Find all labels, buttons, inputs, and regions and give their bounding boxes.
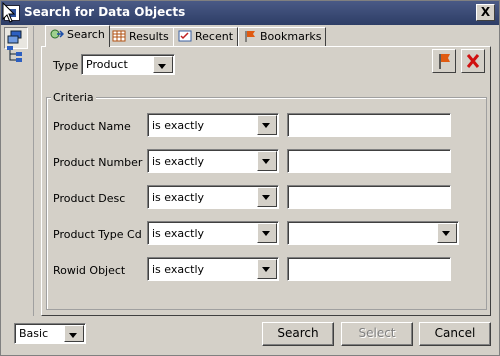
hierarchy-icon: [7, 46, 22, 62]
search-arrow-icon: [50, 29, 64, 39]
tab-label: Search: [67, 28, 105, 41]
product-type-cd-select[interactable]: [287, 221, 459, 245]
operator-select-product-name[interactable]: is exactly: [147, 113, 279, 137]
operator-value: is exactly: [152, 191, 205, 204]
chevron-down-icon[interactable]: [257, 187, 277, 207]
select-button[interactable]: Select: [341, 322, 413, 346]
criteria-title: Criteria: [51, 91, 96, 104]
criteria-label-product-name: Product Name: [53, 120, 131, 133]
tab-label: Bookmarks: [260, 30, 322, 43]
mode-select[interactable]: Basic: [14, 323, 86, 344]
criteria-label-product-desc: Product Desc: [53, 192, 126, 205]
criteria-label-product-type-cd: Product Type Cd: [53, 228, 142, 241]
tab-label: Results: [129, 30, 169, 43]
product-desc-input[interactable]: [287, 185, 451, 209]
type-label: Type: [53, 59, 79, 72]
window-title: Search for Data Objects: [24, 5, 186, 19]
type-select[interactable]: Product: [81, 54, 175, 75]
criteria-label-rowid-object: Rowid Object: [53, 264, 126, 277]
operator-select-rowid-object[interactable]: is exactly: [147, 257, 279, 281]
tab-results[interactable]: Results: [107, 27, 174, 47]
chevron-down-icon[interactable]: [257, 115, 277, 135]
criteria-label-product-number: Product Number: [53, 156, 143, 169]
operator-select-product-desc[interactable]: is exactly: [147, 185, 279, 209]
product-name-input[interactable]: [287, 113, 451, 137]
chevron-down-icon[interactable]: [153, 56, 173, 73]
checklist-icon: [178, 30, 192, 42]
tab-recent[interactable]: Recent: [173, 27, 239, 47]
bookmark-button[interactable]: [432, 49, 456, 73]
chevron-down-icon[interactable]: [437, 223, 457, 243]
search-button[interactable]: Search: [262, 322, 334, 346]
cancel-button[interactable]: Cancel: [419, 322, 491, 346]
grid-icon: [112, 30, 126, 42]
close-button[interactable]: X: [476, 4, 495, 21]
mode-select-value: Basic: [19, 327, 49, 340]
flag-icon: [439, 54, 450, 69]
chevron-down-icon[interactable]: [257, 151, 277, 171]
operator-value: is exactly: [152, 155, 205, 168]
chevron-down-icon[interactable]: [257, 223, 277, 243]
hierarchy-button[interactable]: [4, 43, 28, 65]
mouse-cursor-icon: [2, 2, 16, 23]
tab-bookmarks[interactable]: Bookmarks: [238, 27, 327, 47]
clear-button[interactable]: [461, 49, 485, 73]
chevron-down-icon[interactable]: [257, 259, 277, 279]
operator-select-product-number[interactable]: is exactly: [147, 149, 279, 173]
title-bar[interactable]: Search for Data Objects X: [1, 1, 499, 25]
left-toolbar: [4, 26, 34, 316]
type-select-value: Product: [86, 58, 128, 71]
tab-label: Recent: [195, 30, 234, 43]
rowid-object-input[interactable]: [287, 257, 451, 281]
tab-search[interactable]: Search: [45, 25, 110, 47]
flag-icon: [245, 31, 255, 42]
operator-value: is exactly: [152, 263, 205, 276]
red-x-icon: [466, 54, 480, 68]
operator-value: is exactly: [152, 227, 205, 240]
operator-select-product-type-cd[interactable]: is exactly: [147, 221, 279, 245]
product-number-input[interactable]: [287, 149, 451, 173]
chevron-down-icon[interactable]: [64, 325, 84, 342]
operator-value: is exactly: [152, 119, 205, 132]
